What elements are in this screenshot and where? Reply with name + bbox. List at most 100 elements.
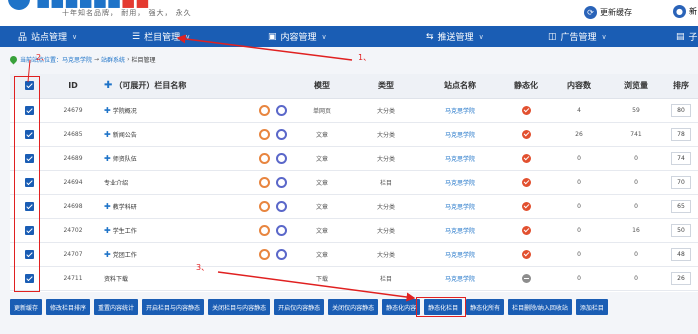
static-enabled-icon[interactable] — [521, 201, 531, 211]
nav-item-site[interactable]: 品 站点管理 ∨ — [18, 26, 128, 47]
sort-input[interactable]: 78 — [671, 127, 691, 141]
static-enabled-icon[interactable] — [521, 177, 531, 187]
col-header-name[interactable]: ✚ （可展开）栏目名称 — [98, 74, 290, 99]
expand-icon[interactable]: ✚ — [104, 226, 111, 235]
expand-all-icon[interactable]: ✚ — [104, 80, 112, 91]
search-icon[interactable] — [259, 224, 270, 236]
preview-icon[interactable] — [276, 176, 287, 188]
expand-icon[interactable]: ✚ — [104, 106, 111, 115]
row-views: 0 — [608, 266, 664, 291]
refresh-cache-link[interactable]: ⟳ 更新缓存 — [584, 5, 632, 19]
action-button[interactable]: 更新缓存 — [10, 299, 43, 315]
row-sort-cell: 78 — [664, 122, 698, 147]
row-static-cell — [502, 242, 550, 267]
row-site[interactable]: 马克思学院 — [418, 170, 502, 195]
row-actions — [259, 248, 290, 260]
nav-item-label: 内容管理 — [280, 33, 317, 43]
action-button[interactable]: 修改栏目排序 — [46, 299, 91, 315]
expand-icon[interactable]: ✚ — [104, 250, 111, 259]
action-button[interactable]: 关闭仅内容静态 — [328, 299, 379, 315]
static-enabled-icon[interactable] — [521, 225, 531, 235]
table-row: 24711 资料下载 下载 栏目 马克思学院 0 0 26 — [10, 266, 698, 291]
row-name[interactable]: 新闻公告 — [113, 132, 137, 139]
nav-item-subsite[interactable]: ▤ 子站设置 — [676, 26, 698, 47]
row-static-cell — [502, 218, 550, 243]
row-type: 大分类 — [354, 122, 418, 147]
nav-item-column[interactable]: ☰ 栏目管理 ∨ — [132, 26, 250, 47]
preview-icon[interactable] — [276, 224, 287, 236]
search-icon[interactable] — [259, 176, 270, 188]
search-icon[interactable] — [259, 248, 270, 260]
breadcrumb-system-link[interactable]: 站群系统 — [101, 55, 125, 64]
table-row: 24707 ✚ 党团工作 文章 大分类 马克思学院 0 0 48 — [10, 242, 698, 267]
preview-icon[interactable] — [276, 104, 287, 116]
row-site[interactable]: 马克思学院 — [418, 122, 502, 147]
search-icon[interactable] — [259, 104, 270, 116]
nav-item-ad[interactable]: ◫ 广告管理 ∨ — [548, 26, 676, 47]
row-site[interactable]: 马克思学院 — [418, 194, 502, 219]
sort-input[interactable]: 65 — [671, 199, 691, 213]
row-sort-cell: 80 — [664, 98, 698, 123]
sort-input[interactable]: 74 — [671, 151, 691, 165]
row-id: 24685 — [48, 122, 98, 147]
preview-icon[interactable] — [276, 248, 287, 260]
action-button[interactable]: 栏目删除/纳入回收站 — [508, 299, 572, 315]
row-site[interactable]: 马克思学院 — [418, 266, 502, 291]
row-site[interactable]: 马克思学院 — [418, 146, 502, 171]
cms-admin-page: ■■■■■■■■ 十年知名品牌， 耐用， 强大， 永久 ⟳ 更新缓存 ● 新 品… — [0, 0, 698, 334]
ad-icon: ◫ — [548, 31, 557, 42]
static-disabled-icon[interactable] — [521, 273, 531, 283]
action-button[interactable]: 静态化所有 — [466, 299, 505, 315]
search-icon[interactable] — [259, 128, 270, 140]
row-id: 24698 — [48, 194, 98, 219]
action-button[interactable]: 关闭栏目与内容静态 — [208, 299, 271, 315]
static-enabled-icon[interactable] — [521, 249, 531, 259]
preview-icon[interactable] — [276, 152, 287, 164]
action-button[interactable]: 开启仅内容静态 — [274, 299, 325, 315]
expand-icon[interactable]: ✚ — [104, 202, 111, 211]
row-name-cell: ✚ 学院概况 — [98, 98, 290, 123]
row-views: 59 — [608, 98, 664, 123]
action-button[interactable]: 开启栏目与内容静态 — [142, 299, 205, 315]
nav-item-push[interactable]: ⇆ 推送管理 ∨ — [426, 26, 546, 47]
row-model: 下载 — [290, 266, 354, 291]
user-menu[interactable]: ● 新 — [673, 5, 697, 18]
static-enabled-icon[interactable] — [521, 129, 531, 139]
sort-input[interactable]: 70 — [671, 175, 691, 189]
row-type: 大分类 — [354, 98, 418, 123]
preview-icon[interactable] — [276, 200, 287, 212]
sort-input[interactable]: 48 — [671, 247, 691, 261]
expand-icon[interactable]: ✚ — [104, 154, 111, 163]
search-icon[interactable] — [259, 200, 270, 212]
action-button[interactable]: 添加栏目 — [575, 299, 608, 315]
row-actions — [259, 128, 290, 140]
row-actions — [259, 152, 290, 164]
row-actions — [259, 224, 290, 236]
row-site[interactable]: 马克思学院 — [418, 218, 502, 243]
preview-icon[interactable] — [276, 128, 287, 140]
row-model: 文章 — [290, 242, 354, 267]
row-views: 0 — [608, 242, 664, 267]
row-name[interactable]: 学生工作 — [113, 228, 137, 235]
row-sort-cell: 48 — [664, 242, 698, 267]
expand-icon[interactable]: ✚ — [104, 130, 111, 139]
row-name[interactable]: 党团工作 — [113, 252, 137, 259]
static-enabled-icon[interactable] — [521, 105, 531, 115]
annotation-step-1: 1、 — [358, 53, 372, 62]
breadcrumb-location: 当前站点位置：马克思学院 — [20, 56, 93, 64]
row-site[interactable]: 马克思学院 — [418, 242, 502, 267]
row-name[interactable]: 资料下载 — [104, 276, 128, 283]
sort-input[interactable]: 50 — [671, 223, 691, 237]
action-button[interactable]: 静态化内容 — [382, 299, 421, 315]
row-name[interactable]: 学院概况 — [113, 108, 137, 115]
sort-input[interactable]: 80 — [671, 103, 691, 117]
nav-item-content[interactable]: ▣ 内容管理 ∨ — [268, 26, 390, 47]
sort-input[interactable]: 26 — [671, 271, 691, 285]
row-site[interactable]: 马克思学院 — [418, 98, 502, 123]
row-name[interactable]: 教学科研 — [113, 204, 137, 211]
action-button[interactable]: 重置内容统计 — [94, 299, 139, 315]
row-name[interactable]: 师资队伍 — [113, 156, 137, 163]
search-icon[interactable] — [259, 152, 270, 164]
static-enabled-icon[interactable] — [521, 153, 531, 163]
row-name[interactable]: 专业介绍 — [104, 180, 128, 187]
